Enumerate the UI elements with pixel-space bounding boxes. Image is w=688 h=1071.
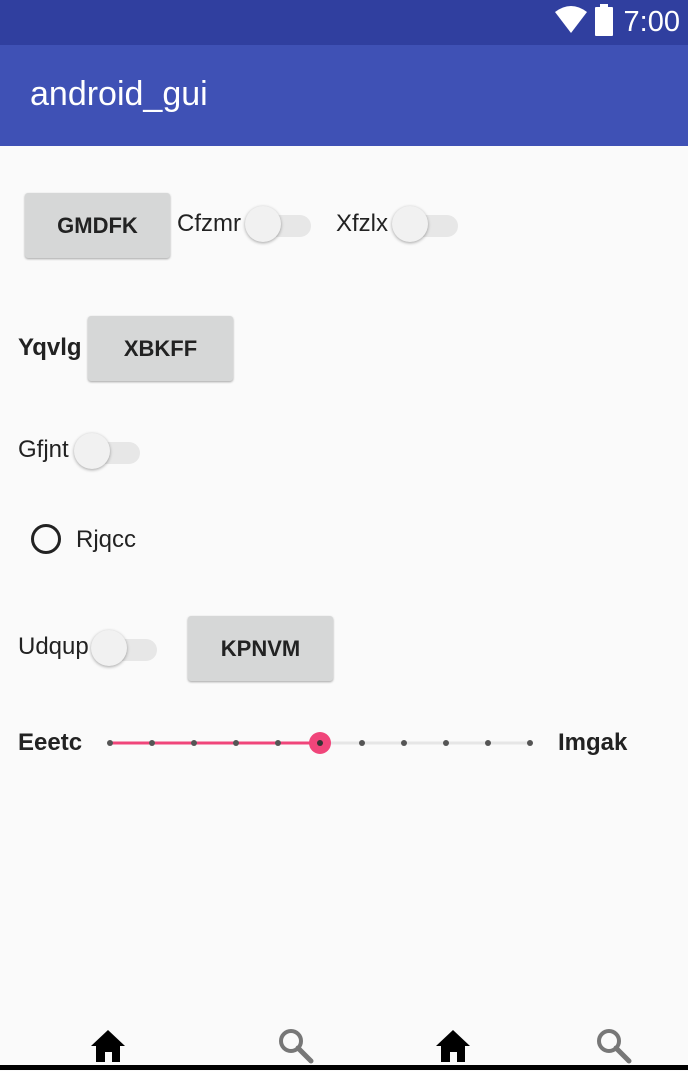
seekbar-tick xyxy=(233,740,239,746)
status-time: 7:00 xyxy=(623,6,680,38)
status-bar: 7:00 xyxy=(0,0,688,45)
switch-xfzlx-label: Xfzlx xyxy=(336,210,389,237)
seekbar-graphic xyxy=(107,732,533,754)
search-icon xyxy=(597,1029,632,1064)
discrete-seekbar[interactable] xyxy=(107,728,533,758)
seekbar-thumb-dot xyxy=(317,740,323,746)
switch-gfjnt[interactable] xyxy=(74,432,144,472)
search-icon xyxy=(279,1029,314,1064)
bottom-navigation xyxy=(0,1020,688,1070)
nav-home-icon[interactable] xyxy=(88,1026,128,1066)
nav-search-icon[interactable] xyxy=(276,1026,316,1066)
switch-udqup[interactable] xyxy=(91,629,161,669)
app-bar: android_gui xyxy=(0,45,688,146)
seekbar-tick xyxy=(107,740,113,746)
nav-bottom-bar xyxy=(0,1065,688,1070)
switch-xfzlx[interactable] xyxy=(392,205,462,245)
switch-gfjnt-label: Gfjnt xyxy=(18,436,69,463)
seekbar-tick xyxy=(485,740,491,746)
switch-thumb xyxy=(74,433,110,469)
nav-home-icon[interactable] xyxy=(433,1026,473,1066)
radio-rjqcc[interactable] xyxy=(31,524,61,554)
switch-udqup-label: Udqup xyxy=(18,633,89,660)
seekbar-left-label: Eeetc xyxy=(18,729,83,756)
yqvlg-label: Yqvlg xyxy=(18,334,82,361)
xbkff-button[interactable]: XBKFF xyxy=(88,316,233,381)
seekbar-tick xyxy=(275,740,281,746)
seekbar-tick xyxy=(191,740,197,746)
switch-thumb xyxy=(392,206,428,242)
switch-thumb xyxy=(245,206,281,242)
seekbar-right-label: Imgak xyxy=(558,729,628,756)
switch-cfzmr[interactable] xyxy=(245,205,315,245)
seekbar-tick xyxy=(359,740,365,746)
switch-cfzmr-label: Cfzmr xyxy=(177,210,241,237)
app-title: android_gui xyxy=(30,75,208,113)
gmdfk-button[interactable]: GMDFK xyxy=(25,193,170,258)
nav-search-icon[interactable] xyxy=(594,1026,634,1066)
seekbar-tick xyxy=(401,740,407,746)
kpnvm-button[interactable]: KPNVM xyxy=(188,616,333,681)
seekbar-tick xyxy=(149,740,155,746)
wifi-icon xyxy=(554,6,588,39)
seekbar-tick xyxy=(443,740,449,746)
home-icon xyxy=(436,1030,470,1062)
home-icon xyxy=(91,1030,125,1062)
battery-icon xyxy=(594,4,614,41)
seekbar-tick xyxy=(527,740,533,746)
status-icons: 7:00 xyxy=(554,0,680,45)
switch-thumb xyxy=(91,630,127,666)
radio-rjqcc-label: Rjqcc xyxy=(76,526,137,553)
